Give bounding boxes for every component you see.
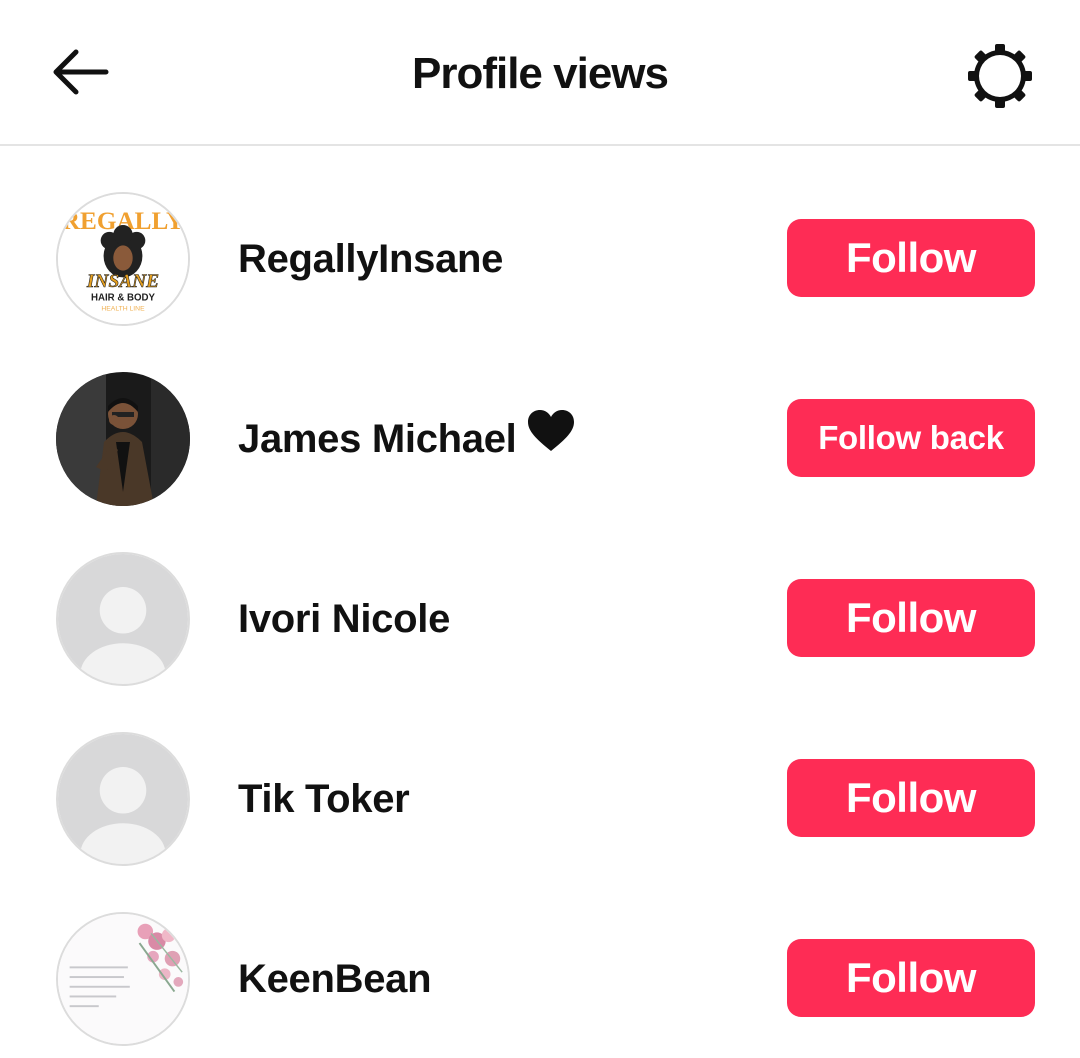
username-text: James Michael — [238, 417, 517, 461]
username-text: KeenBean — [238, 957, 432, 1001]
follow-button[interactable]: Follow — [787, 939, 1035, 1017]
list-item[interactable]: REGALLY INSANE HAIR & BODY HEALTH LINE R… — [0, 148, 1080, 328]
avatar[interactable]: REGALLY INSANE HAIR & BODY HEALTH LINE — [56, 192, 190, 326]
default-avatar[interactable] — [56, 732, 190, 866]
follow-back-button[interactable]: Follow back — [787, 399, 1035, 477]
follow-button[interactable]: Follow — [787, 219, 1035, 297]
username-text: Tik Toker — [238, 777, 410, 821]
list-item[interactable]: KeenBean Follow — [0, 868, 1080, 1048]
settings-button[interactable] — [962, 40, 1038, 116]
list-item[interactable]: James Michael Follow back — [0, 328, 1080, 508]
gear-icon — [965, 41, 1035, 116]
black-heart-icon — [526, 409, 576, 467]
logo-text-mid: INSANE — [86, 271, 159, 292]
username[interactable]: Tik Toker — [238, 772, 410, 826]
username[interactable]: Ivori Nicole — [238, 592, 450, 646]
username[interactable]: RegallyInsane — [238, 232, 503, 286]
page-title: Profile views — [411, 49, 669, 98]
username-text: RegallyInsane — [238, 237, 504, 281]
avatar[interactable] — [56, 912, 190, 1046]
list-item[interactable]: Tik Toker Follow — [0, 688, 1080, 868]
follow-button[interactable]: Follow — [787, 579, 1035, 657]
top-bar: Profile views — [0, 0, 1080, 146]
username[interactable]: James Michael — [238, 409, 576, 470]
username[interactable]: KeenBean — [238, 952, 432, 1006]
logo-text-foot: HEALTH LINE — [101, 305, 145, 312]
username-text: Ivori Nicole — [238, 597, 451, 641]
follow-button[interactable]: Follow — [787, 759, 1035, 837]
avatar[interactable] — [56, 372, 190, 506]
default-avatar[interactable] — [56, 552, 190, 686]
logo-text-sub: HAIR & BODY — [91, 293, 156, 304]
list-item[interactable]: Ivori Nicole Follow — [0, 508, 1080, 688]
